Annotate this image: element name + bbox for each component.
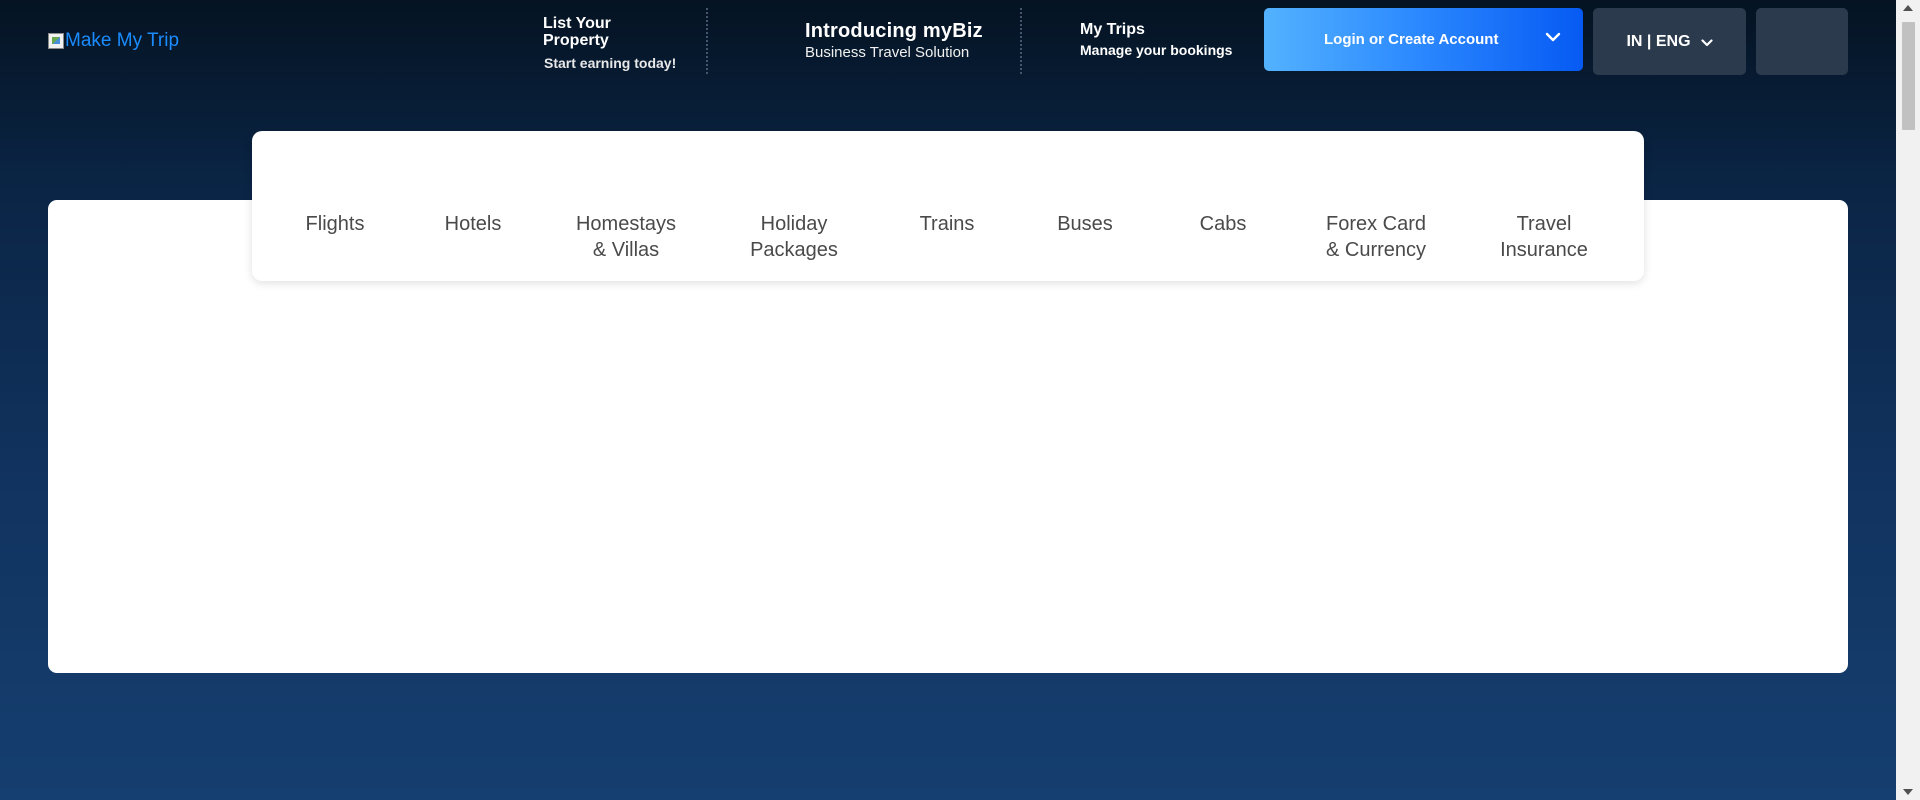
nav-item-label: Holiday [760, 213, 828, 235]
mybiz-title: Introducing myBiz [805, 20, 983, 42]
language-selector[interactable]: IN | ENG [1593, 8, 1746, 75]
chevron-down-icon [1700, 39, 1713, 47]
nav-item-buses[interactable]: Buses [1057, 211, 1113, 237]
nav-item-label-line2: & Villas [592, 239, 660, 261]
nav-item-label: Flights [305, 213, 365, 235]
product-nav-bar: Flights Hotels Homestays & Villas Holida… [252, 131, 1644, 281]
login-button[interactable]: Login or Create Account [1264, 8, 1583, 71]
login-button-label: Login or Create Account [1324, 31, 1499, 48]
scroll-up-arrow-icon[interactable] [1896, 0, 1920, 16]
nav-item-label-line2: Insurance [1500, 239, 1588, 261]
my-trips-link[interactable]: My Trips Manage your bookings [1080, 21, 1232, 58]
logo-alt-text: Make My Trip [65, 30, 180, 51]
nav-item-label: Trains [919, 213, 975, 235]
my-trips-subtitle: Manage your bookings [1080, 42, 1233, 58]
mybiz-subtitle: Business Travel Solution [805, 44, 970, 61]
chevron-down-icon[interactable] [1545, 32, 1561, 42]
nav-item-cabs[interactable]: Cabs [1200, 211, 1247, 237]
page-scrollbar[interactable] [1896, 0, 1920, 800]
language-label: IN | ENG [1626, 32, 1691, 50]
nav-item-label: Homestays [575, 213, 677, 235]
list-property-title: List Your Property [543, 15, 611, 49]
header-extra-button[interactable] [1756, 8, 1848, 75]
header-divider [706, 8, 708, 74]
nav-item-trains[interactable]: Trains [920, 211, 975, 237]
list-property-subtitle: Start earning today! [544, 55, 677, 71]
nav-item-holiday-packages[interactable]: Holiday Packages [750, 211, 838, 263]
nav-item-homestays[interactable]: Homestays & Villas [576, 211, 676, 263]
nav-item-label: Travel [1516, 213, 1572, 235]
nav-item-hotels[interactable]: Hotels [445, 211, 502, 237]
nav-item-label: Hotels [444, 213, 502, 235]
logo-link[interactable]: Make My Trip [48, 30, 179, 52]
nav-item-label-line2: & Currency [1325, 239, 1427, 261]
mybiz-link[interactable]: Introducing myBiz Business Travel Soluti… [805, 20, 983, 61]
nav-item-label: Cabs [1199, 213, 1247, 235]
my-trips-title: My Trips [1080, 21, 1145, 38]
nav-item-flights[interactable]: Flights [306, 211, 365, 237]
scroll-down-arrow-icon[interactable] [1896, 784, 1920, 800]
nav-item-label: Forex Card [1325, 213, 1427, 235]
scroll-thumb[interactable] [1902, 22, 1915, 130]
nav-item-label-line2: Packages [750, 239, 838, 261]
broken-image-icon [48, 33, 64, 49]
list-property-link[interactable]: List Your Property Start earning today! [543, 15, 693, 71]
nav-item-travel-insurance[interactable]: Travel Insurance [1500, 211, 1588, 263]
header-divider [1020, 8, 1022, 74]
nav-item-label: Buses [1057, 213, 1113, 235]
nav-item-forex[interactable]: Forex Card & Currency [1326, 211, 1426, 263]
